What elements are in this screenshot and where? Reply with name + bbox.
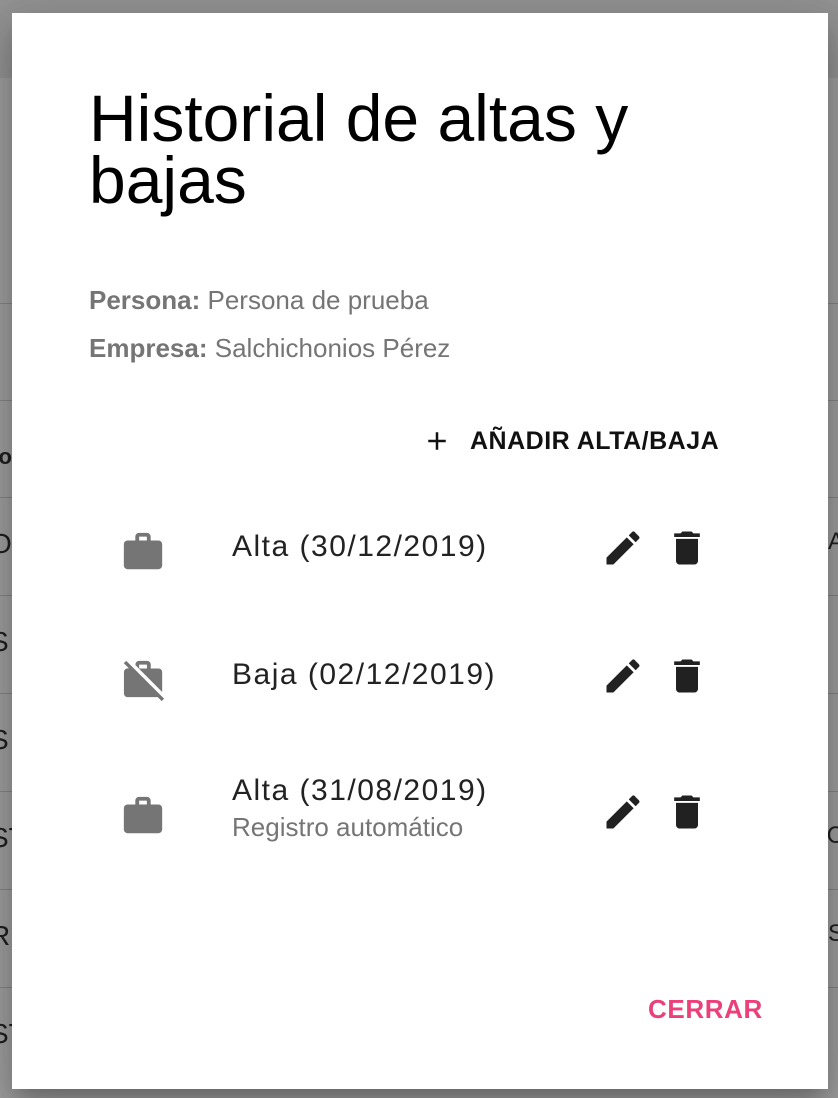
list-item-texts: Alta (31/08/2019) Registro automático: [232, 773, 488, 845]
list-item-texts: Baja (02/12/2019): [232, 657, 496, 693]
close-button[interactable]: CERRAR: [636, 985, 775, 1033]
persona-info: Persona: Persona de prueba: [89, 285, 429, 316]
edit-button[interactable]: [599, 652, 647, 700]
list-item-subtitle: Registro automático: [232, 812, 464, 842]
edit-button[interactable]: [599, 524, 647, 572]
edit-button[interactable]: [599, 788, 647, 836]
empresa-info: Empresa: Salchichonios Pérez: [89, 333, 450, 364]
list-item: Baja (02/12/2019): [102, 623, 742, 733]
list-item: Alta (30/12/2019): [102, 495, 742, 605]
list-item-title: Baja (02/12/2019): [232, 658, 497, 691]
delete-button[interactable]: [663, 652, 711, 700]
history-dialog: Historial de altas y bajas Persona: Pers…: [12, 13, 828, 1089]
list-item-title: Alta (30/12/2019): [232, 530, 488, 563]
persona-label: Persona:: [89, 285, 201, 315]
persona-value: Persona de prueba: [207, 285, 429, 315]
empresa-value: Salchichonios Pérez: [214, 333, 451, 363]
add-alta-baja-label: AÑADIR ALTA/BAJA: [470, 426, 720, 455]
list-item: Alta (31/08/2019) Registro automático: [102, 759, 742, 869]
plus-icon: [428, 432, 446, 450]
work-off-icon: [123, 660, 165, 702]
list-item-title: Alta (31/08/2019): [232, 774, 488, 807]
empresa-label: Empresa:: [89, 333, 208, 363]
delete-button[interactable]: [663, 524, 711, 572]
list-item-texts: Alta (30/12/2019): [232, 529, 488, 565]
trash-icon: [674, 531, 700, 565]
pencil-icon: [606, 659, 640, 693]
delete-button[interactable]: [663, 788, 711, 836]
work-icon: [123, 532, 163, 570]
trash-icon: [674, 659, 700, 693]
pencil-icon: [606, 531, 640, 565]
work-icon: [123, 796, 163, 834]
trash-icon: [674, 795, 700, 829]
dialog-title: Historial de altas y bajas: [89, 81, 629, 217]
add-alta-baja-button[interactable]: AÑADIR ALTA/BAJA: [412, 413, 729, 469]
pencil-icon: [606, 795, 640, 829]
